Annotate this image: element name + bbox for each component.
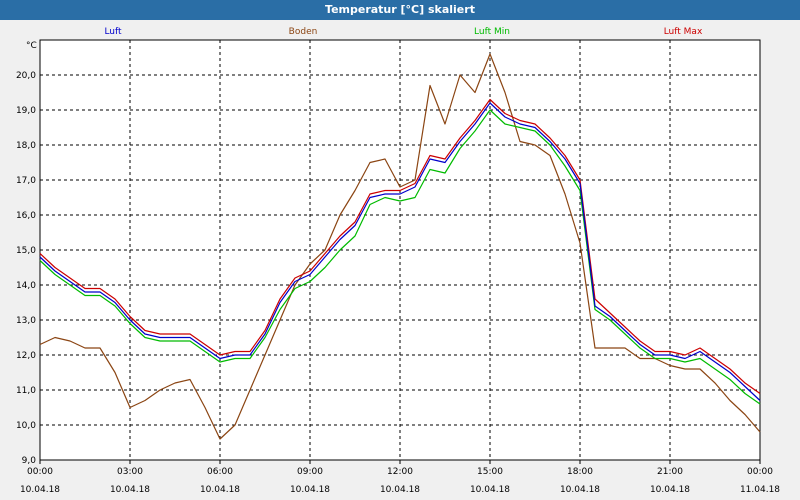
x-tick-time: 12:00 [387, 467, 413, 477]
x-tick-time: 03:00 [117, 467, 143, 477]
x-tick-time: 21:00 [657, 467, 683, 477]
y-tick-label: 11,0 [16, 386, 36, 396]
legend-luft-max: Luft Max [664, 27, 703, 37]
x-tick-time: 15:00 [477, 467, 503, 477]
x-tick-date: 10.04.18 [110, 485, 150, 495]
x-tick-date: 10.04.18 [650, 485, 690, 495]
y-tick-label: 13,0 [16, 316, 36, 326]
y-tick-label: 16,0 [16, 211, 36, 221]
x-tick-date: 10.04.18 [200, 485, 240, 495]
x-tick-date: 10.04.18 [380, 485, 420, 495]
x-tick-date: 11.04.18 [740, 485, 780, 495]
x-tick-date: 10.04.18 [470, 485, 510, 495]
x-tick-time: 18:00 [567, 467, 593, 477]
legend-luft: Luft [104, 27, 122, 37]
y-tick-label: 19,0 [16, 106, 36, 116]
legend-boden: Boden [289, 27, 318, 37]
x-tick-time: 06:00 [207, 467, 233, 477]
y-unit-label: °C [26, 41, 37, 51]
x-tick-date: 10.04.18 [20, 485, 60, 495]
x-tick-time: 09:00 [297, 467, 323, 477]
x-tick-date: 10.04.18 [560, 485, 600, 495]
legend-luft-min: Luft Min [474, 27, 510, 37]
y-tick-label: 12,0 [16, 351, 36, 361]
x-tick-date: 10.04.18 [290, 485, 330, 495]
x-tick-time: 00:00 [747, 467, 773, 477]
y-tick-label: 10,0 [16, 421, 36, 431]
temperature-chart: 9,0 10,0 11,0 12,0 13,0 14,0 15,0 16,0 17,0 18,0 1… [16, 27, 780, 495]
y-tick-label: 15,0 [16, 246, 36, 256]
x-tick-time: 00:00 [27, 467, 53, 477]
y-tick-label: 17,0 [16, 176, 36, 186]
y-tick-label: 9,0 [22, 456, 37, 466]
y-tick-label: 14,0 [16, 281, 36, 291]
y-tick-label: 18,0 [16, 141, 36, 151]
y-tick-label: 20,0 [16, 71, 36, 81]
